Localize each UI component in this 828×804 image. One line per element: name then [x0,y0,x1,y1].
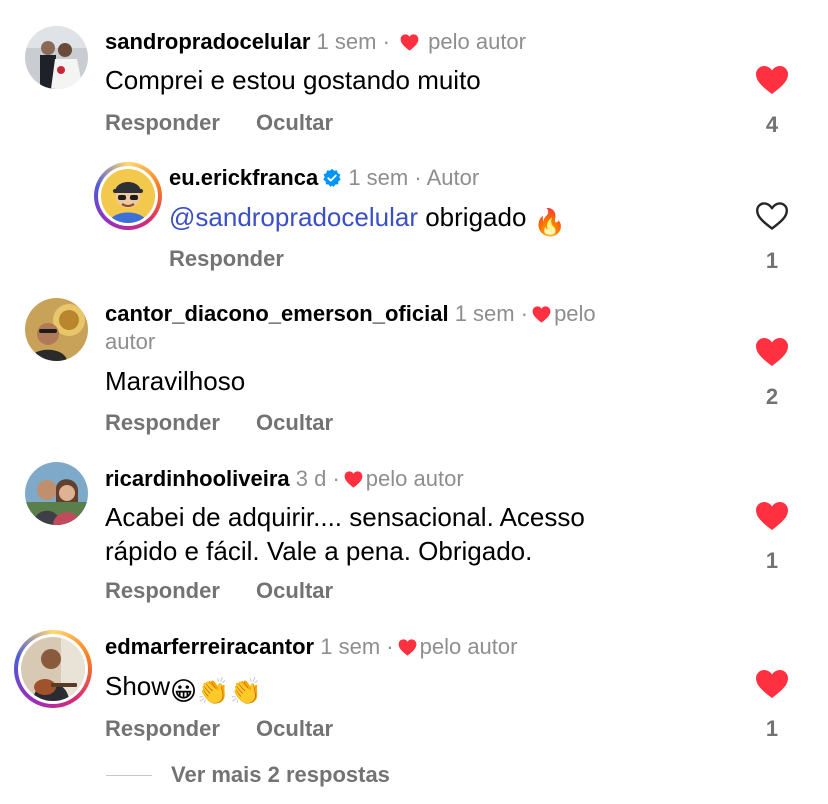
heart-filled-icon [756,670,788,698]
like-button[interactable] [755,337,789,367]
like-button[interactable] [755,201,789,231]
author-badge-part2: autor [105,329,156,354]
reply-button[interactable]: Responder [105,577,220,605]
separator-dot: · [332,466,340,491]
username[interactable]: sandropradocelular [105,29,310,54]
hide-button[interactable]: Ocultar [256,577,333,605]
author-badge: Autor [426,165,480,190]
comment-meta: eu.erickfranca 1 sem · Autor [169,164,479,192]
comment-text: Maravilhoso [105,366,246,396]
fire-emoji-icon: 🔥 [533,207,567,237]
comment-text: @sandropradocelular obrigado 🔥 [169,200,566,239]
username[interactable]: cantor_diacono_emerson_oficial [105,301,449,326]
reply-eu-erickfranca: eu.erickfranca 1 sem · Autor @sandroprad… [0,150,828,280]
like-button[interactable] [755,501,789,531]
more-replies-divider [106,775,152,776]
avatar-edmarferreiracantor [21,637,85,701]
like-count: 1 [765,248,779,273]
clapping-hands-emoji-icon: 👏 [197,676,230,706]
timestamp: 1 sem [348,165,409,190]
timestamp: 1 sem [316,29,377,54]
reply-button[interactable]: Responder [105,715,220,743]
mention-link[interactable]: @sandropradocelular [169,202,418,232]
wedding-couple-photo-icon [25,26,88,89]
avatar-sandropradocelular[interactable] [25,26,88,89]
man-with-award-photo-icon [25,298,88,361]
timestamp: 1 sem [454,301,515,326]
reply-button[interactable]: Responder [105,109,220,137]
avatar-cantor-diacono-emerson-oficial[interactable] [25,298,88,361]
like-count: 1 [765,716,779,741]
hide-button[interactable]: Ocultar [256,109,333,137]
cartoon-man-cap-sunglasses-icon [101,169,155,223]
grinning-face-emoji-icon: 😀 [170,676,198,706]
comment-text: Comprei e estou gostando muito [105,65,481,95]
clapping-hands-emoji-icon: 👏 [229,676,262,706]
comment-text-word: Show [105,671,171,701]
comment-sandropradocelular: sandropradocelular 1 sem · pelo autor Co… [0,0,828,150]
comment-edmarferreiracantor: edmarferreiracantor 1 sem · pelo autor Sh… [0,615,828,755]
avatar-eu-erickfranca [101,169,155,223]
hide-button[interactable]: Ocultar [256,715,333,743]
comment-text: Show😀👏👏 [105,669,262,708]
hide-button[interactable]: Ocultar [256,409,333,437]
username[interactable]: edmarferreiracantor [105,634,314,659]
author-badge: pelo autor [419,634,518,659]
man-with-guitar-photo-icon [21,637,85,701]
like-count: 4 [765,112,779,137]
author-badge: pelo autor [365,466,464,491]
heart-filled-icon [756,66,788,94]
timestamp: 3 d [295,466,327,491]
separator-dot: · [520,301,529,326]
comment-text-line1: Acabei de adquirir.... sensacional. Aces… [105,502,585,532]
liked-by-author-heart-icon [398,639,416,656]
like-button[interactable] [755,65,789,95]
comment-actions: Responder Ocultar [105,109,333,137]
separator-dot: · [382,29,390,54]
view-more-replies-button[interactable]: Ver mais 2 respostas [171,761,390,789]
username[interactable]: eu.erickfranca [169,165,318,190]
comment-actions: Responder Ocultar [105,715,333,743]
like-count: 2 [765,384,779,409]
heart-outline-icon [756,202,788,230]
separator-dot: · [414,165,422,190]
story-ring[interactable] [94,162,162,230]
username[interactable]: ricardinhooliveira [105,466,290,491]
like-button[interactable] [755,669,789,699]
liked-by-author-heart-icon [532,306,551,323]
comment-meta: ricardinhooliveira 3 d · pelo autor [105,465,464,493]
like-count: 1 [765,548,779,573]
liked-by-author-heart-icon [400,34,419,51]
heart-filled-icon [756,338,788,366]
comment-text-word: obrigado [425,202,527,232]
comment-cantor-diacono-emerson-oficial: cantor_diacono_emerson_oficial 1 sem · pe… [0,280,828,445]
comment-ricardinhooliveira: ricardinhooliveira 3 d · pelo autor Acabe… [0,445,828,625]
comment-actions: Responder Ocultar [105,577,333,605]
author-badge: pelo autor [428,29,526,54]
liked-by-author-heart-icon [344,471,363,488]
timestamp: 1 sem [320,634,381,659]
reply-button[interactable]: Responder [105,409,220,437]
comment-actions: Responder [169,245,284,273]
comment-text-line2: rápido e fácil. Vale a pena. Obrigado. [105,536,533,566]
separator-dot: · [386,634,394,659]
author-badge-part1: pelo [554,301,596,326]
verified-badge-icon [323,168,341,187]
heart-filled-icon [756,502,788,530]
avatar-ricardinhooliveira[interactable] [25,462,88,525]
story-ring[interactable] [14,630,92,708]
comment-actions: Responder Ocultar [105,409,333,437]
comment-meta: edmarferreiracantor 1 sem · pelo autor [105,633,517,661]
reply-button[interactable]: Responder [169,245,284,273]
comment-meta: cantor_diacono_emerson_oficial 1 sem · pe… [105,300,596,328]
comment-meta: sandropradocelular 1 sem · pelo autor [105,28,526,56]
couple-selfie-photo-icon [25,462,88,525]
